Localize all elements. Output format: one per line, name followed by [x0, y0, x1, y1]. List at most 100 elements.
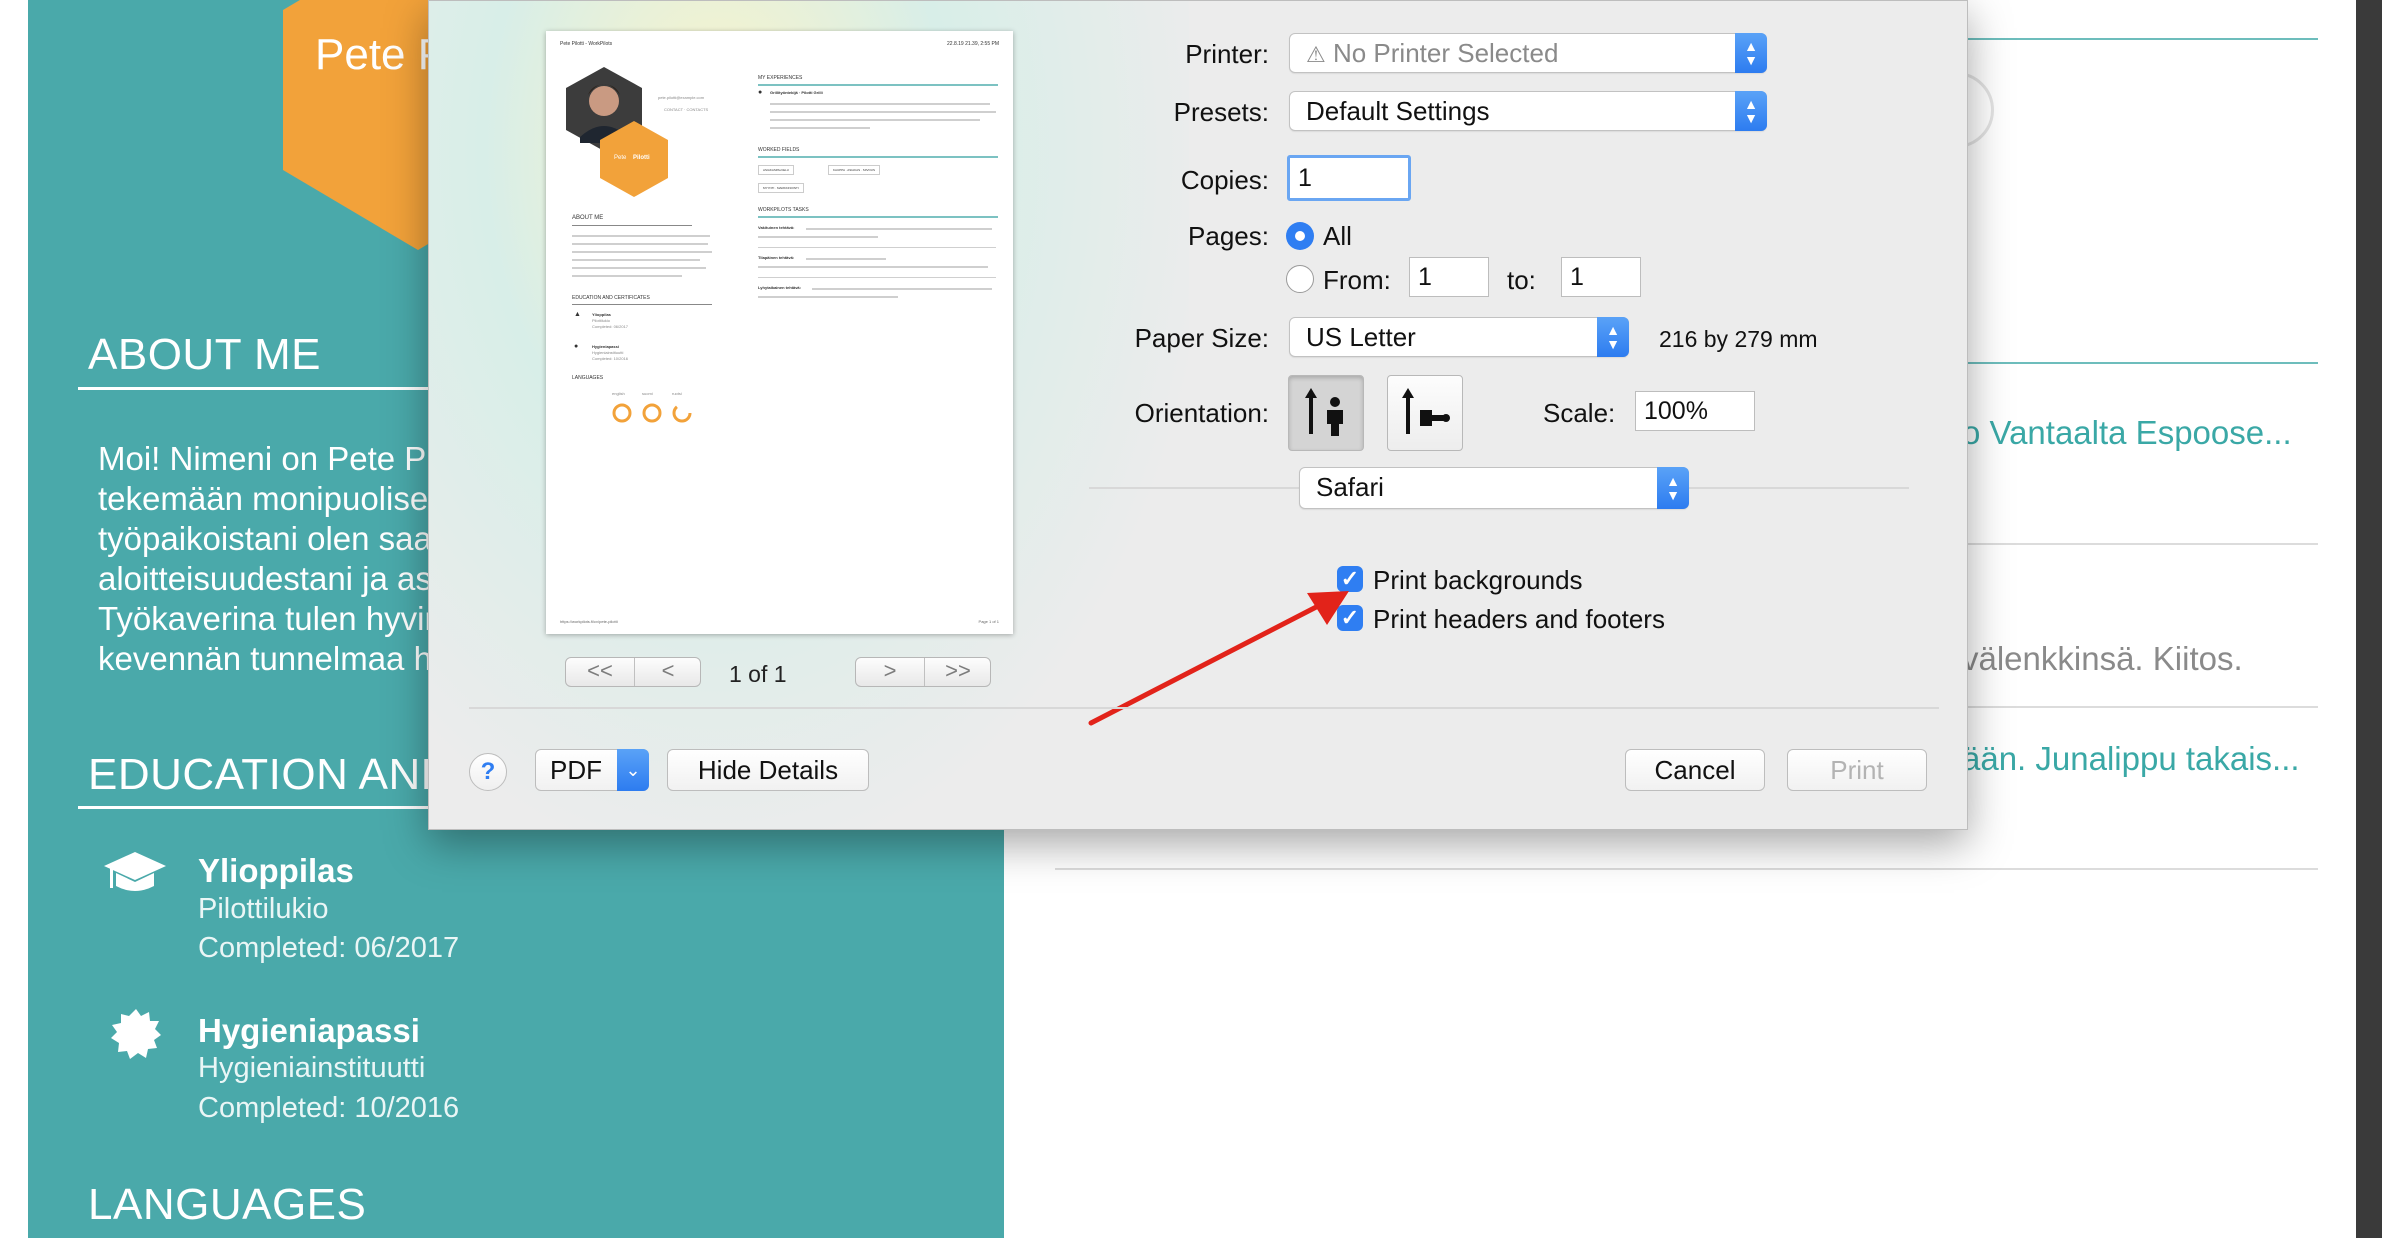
preview-footer-page: Page 1 of 1 — [978, 619, 999, 624]
paper-size-value: US Letter — [1306, 322, 1416, 352]
pages-from-input[interactable]: 1 — [1409, 257, 1489, 297]
preview-edu-title: Ylioppilas — [592, 312, 611, 317]
preview-text-line — [572, 275, 682, 277]
preview-text-line — [758, 296, 898, 298]
badge-seal-icon — [111, 1009, 161, 1059]
print-button[interactable]: Print — [1787, 749, 1927, 791]
education-divider — [78, 806, 430, 809]
previous-page-button[interactable]: < — [634, 658, 702, 684]
scale-input[interactable]: 100% — [1635, 391, 1755, 431]
preview-back-control: << < — [565, 657, 701, 687]
about-line: Työkaverina tulen hyvir — [98, 600, 436, 637]
pages-to-input[interactable]: 1 — [1561, 257, 1641, 297]
about-line: tekemään monipuolise — [98, 480, 429, 517]
preview-language-label: suomi — [642, 391, 653, 396]
preview-rule — [758, 156, 998, 158]
preview-task: Lyhytaikainen tehtävä: — [758, 285, 801, 290]
preview-text-line — [812, 288, 992, 290]
chevron-updown-icon: ▲ ▼ — [1597, 317, 1629, 357]
chevron-down-icon: ⌄ — [617, 749, 649, 791]
copies-label: Copies: — [1180, 165, 1269, 195]
pdf-menu-button[interactable]: PDF ⌄ — [535, 749, 649, 791]
last-page-button[interactable]: >> — [924, 658, 992, 684]
preview-education-title: EDUCATION AND CERTIFICATES — [572, 295, 650, 301]
preview-text-line — [572, 243, 708, 245]
help-button[interactable]: ? — [469, 753, 507, 791]
preview-language-label: english — [612, 391, 625, 396]
radio-dot — [1295, 231, 1305, 241]
graduation-cap-icon — [104, 852, 166, 891]
about-heading: ABOUT ME — [88, 330, 322, 379]
portrait-orientation-button[interactable] — [1288, 375, 1364, 451]
preview-rule — [758, 216, 998, 218]
pages-from-radio[interactable] — [1286, 265, 1314, 293]
presets-label: Presets: — [1173, 97, 1269, 127]
preview-text-line — [770, 103, 990, 105]
preview-cap-icon: ▲ — [574, 311, 581, 318]
job-link[interactable]: ään. Junalippu takais... — [1962, 740, 2300, 778]
first-page-button[interactable]: << — [566, 658, 634, 684]
right-divider — [1968, 362, 2318, 364]
education-heading: EDUCATION AND — [88, 750, 454, 799]
print-backgrounds-label: Print backgrounds — [1373, 565, 1583, 595]
landscape-orientation-button[interactable] — [1387, 375, 1463, 451]
printer-select[interactable]: ⚠ No Printer Selected ▲ ▼ — [1289, 33, 1767, 73]
paper-size-select[interactable]: US Letter ▲ ▼ — [1289, 317, 1629, 357]
preview-rule — [758, 277, 996, 278]
about-line: kevennän tunnelmaa h — [98, 640, 432, 677]
chevron-updown-icon: ▲ ▼ — [1735, 91, 1767, 131]
about-line: työpaikoistani olen saa — [98, 520, 432, 557]
copies-input[interactable]: 1 — [1287, 155, 1411, 201]
footer-divider — [469, 707, 1939, 709]
preview-forward-control: > >> — [855, 657, 991, 687]
warning-triangle-icon: ⚠ — [1306, 42, 1326, 67]
preview-header-left: Pete Pilotti - WorkPilots — [560, 41, 613, 47]
cert-completed: Completed: 10/2016 — [198, 1092, 460, 1124]
preview-footer-url: https://workpilots.fi/cv/pete-pilotti — [560, 619, 618, 624]
preview-name-first: Pete — [614, 155, 627, 161]
preview-text-line — [770, 119, 980, 121]
cancel-button[interactable]: Cancel — [1625, 749, 1765, 791]
preview-task: Vakituinen tehtävä: — [758, 225, 795, 230]
preview-edu-sub: Pilottilukio — [592, 318, 611, 323]
preview-text-line — [572, 235, 710, 237]
preview-language-rings — [612, 403, 692, 423]
app-section-value: Safari — [1316, 472, 1384, 502]
preview-contact: pete.pilotti@example.com — [658, 95, 705, 100]
orientation-label: Orientation: — [1134, 398, 1269, 428]
pages-all-radio[interactable] — [1286, 222, 1314, 250]
about-divider — [78, 387, 430, 390]
paper-size-label: Paper Size: — [1134, 323, 1269, 353]
preview-edu-sub: Hygieniainstituutti — [592, 350, 624, 355]
portrait-icon — [1305, 388, 1343, 436]
about-line: Moi! Nimeni on Pete Pi — [98, 440, 434, 477]
hide-details-button[interactable]: Hide Details — [667, 749, 869, 791]
chevron-updown-icon: ▲ ▼ — [1657, 467, 1689, 509]
job-link[interactable]: o Vantaalta Espoose... — [1962, 414, 2292, 452]
preview-about-title: ABOUT ME — [572, 215, 604, 221]
preview-header-right: 22.8.19 21.39, 2:55 PM — [947, 41, 999, 47]
preview-rule — [572, 304, 712, 305]
right-divider — [1968, 706, 2318, 708]
window-edge — [2356, 0, 2382, 1238]
printer-label: Printer: — [1185, 39, 1269, 69]
preview-text-line — [770, 111, 996, 113]
print-preview: Pete Pilotti - WorkPilots 22.8.19 21.39,… — [546, 31, 1013, 634]
presets-select[interactable]: Default Settings ▲ ▼ — [1289, 91, 1767, 131]
preview-text-line — [806, 228, 992, 230]
preview-language-label: ruotsi — [672, 391, 682, 396]
next-page-button[interactable]: > — [856, 658, 924, 684]
preview-text-line — [572, 251, 712, 253]
preview-task: Tilapäinen tehtävä: — [758, 255, 795, 260]
cert-org: Pilottilukio — [198, 893, 329, 925]
preview-languages-title: LANGUAGES — [572, 375, 604, 381]
app-section-select[interactable]: Safari ▲ ▼ — [1299, 467, 1689, 509]
preview-rule — [758, 84, 998, 86]
pages-from-label: From: — [1323, 265, 1391, 295]
cert-title: Ylioppilas — [198, 852, 354, 889]
preview-field-tag: MYYNTI · MARKKINOINTI — [758, 183, 804, 193]
preview-experiences-title: MY EXPERIENCES — [758, 75, 803, 81]
preview-edu-title: Hygieniapassi — [592, 344, 619, 349]
print-dialog: Pete Pilotti - WorkPilots 22.8.19 21.39,… — [428, 0, 1968, 830]
right-divider — [1968, 38, 2318, 40]
